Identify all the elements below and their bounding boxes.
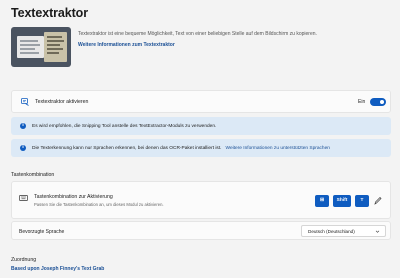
shortcut-title: Tastenkombination zur Aktivierung — [34, 194, 113, 200]
hero-image — [11, 27, 71, 67]
keycap-shift[interactable]: Shift — [333, 195, 351, 207]
keyboard-icon — [19, 195, 28, 201]
chevron-down-icon — [375, 230, 380, 233]
hero-description: Textextraktor ist eine bequeme Möglichke… — [78, 31, 317, 37]
enable-toggle[interactable] — [370, 98, 386, 106]
page-title: Textextraktor — [11, 6, 88, 20]
info-text: Es wird empfohlen, die Snipping Tool ans… — [32, 123, 217, 129]
shortcut-description: Passen Sie die Tastenkombination an, um … — [34, 202, 164, 207]
credits-title: Zuordnung — [11, 257, 37, 263]
enable-label: Textextraktor aktivieren — [35, 99, 89, 105]
pencil-icon[interactable] — [374, 196, 382, 205]
keycap-t[interactable]: T — [355, 195, 369, 207]
text-extractor-icon — [21, 98, 29, 106]
info-bar-ocr: i Die Texterkennung kann nur Sprachen er… — [11, 139, 391, 157]
language-select[interactable]: Deutsch (Deutschland) — [301, 225, 386, 237]
language-value: Deutsch (Deutschland) — [308, 229, 355, 234]
learn-more-link[interactable]: Weitere Informationen zum Textextraktor — [78, 42, 175, 48]
supported-languages-link[interactable]: Weitere Informationen zu unterstützten S… — [226, 146, 330, 151]
section-label-shortcut: Tastenkombination — [11, 172, 55, 178]
credits-link[interactable]: Based upon Joseph Finney's Text Grab — [11, 266, 104, 272]
keycap-win[interactable]: ⊞ — [315, 195, 329, 207]
language-card: Bevorzugte Sprache Deutsch (Deutschland) — [11, 221, 391, 240]
info-text: Die Texterkennung kann nur Sprachen erke… — [32, 145, 222, 151]
language-label: Bevorzugte Sprache — [19, 229, 65, 235]
enable-card: Textextraktor aktivieren Ein — [11, 90, 391, 113]
toggle-state-text: Ein — [358, 99, 366, 105]
info-icon: i — [20, 145, 26, 151]
info-text-with-link: Die Texterkennung kann nur Sprachen erke… — [32, 146, 330, 151]
info-bar-snipping: i Es wird empfohlen, die Snipping Tool a… — [11, 117, 391, 135]
info-icon: i — [20, 123, 26, 129]
shortcut-card: Tastenkombination zur Aktivierung Passen… — [11, 181, 391, 219]
